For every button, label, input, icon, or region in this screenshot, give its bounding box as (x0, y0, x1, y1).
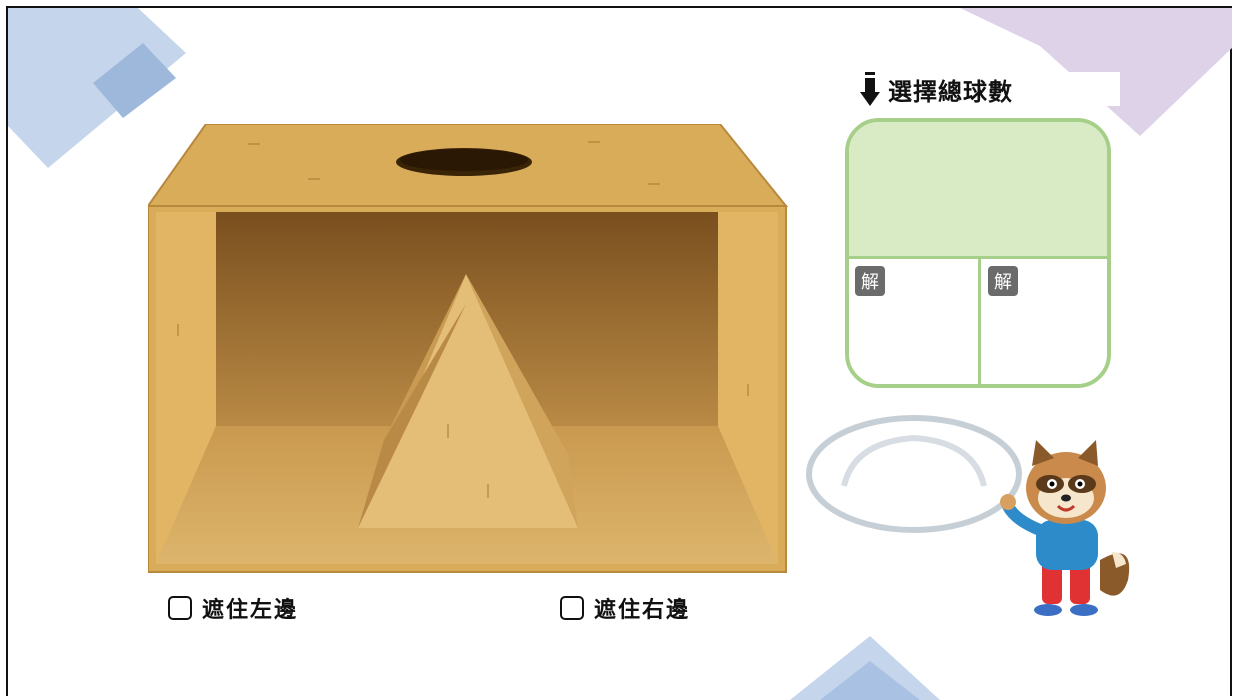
raccoon-mascot (1000, 440, 1130, 616)
answer-box[interactable]: 解 解 (845, 118, 1111, 388)
wooden-box (148, 124, 788, 573)
answer-label-left: 解 (855, 266, 885, 296)
plate-icon (806, 415, 1022, 533)
answer-label-right: 解 (988, 266, 1018, 296)
answer-total-area[interactable] (849, 122, 1107, 259)
option-cover-left[interactable]: 遮住左邊 (168, 592, 298, 624)
checkbox-cover-left[interactable] (168, 596, 192, 620)
checkbox-cover-right[interactable] (560, 596, 584, 620)
answer-divider (978, 256, 981, 384)
option-cover-right[interactable]: 遮住右邊 (560, 592, 690, 624)
sheet-title: 選擇總球數 (860, 72, 1120, 106)
decor-bottom (790, 636, 940, 700)
option-cover-left-label: 遮住左邊 (202, 598, 299, 623)
sheet-title-text: 選擇總球數 (888, 77, 1013, 106)
option-cover-right-label: 遮住右邊 (594, 598, 691, 623)
pencil-arrow-icon (860, 72, 880, 106)
